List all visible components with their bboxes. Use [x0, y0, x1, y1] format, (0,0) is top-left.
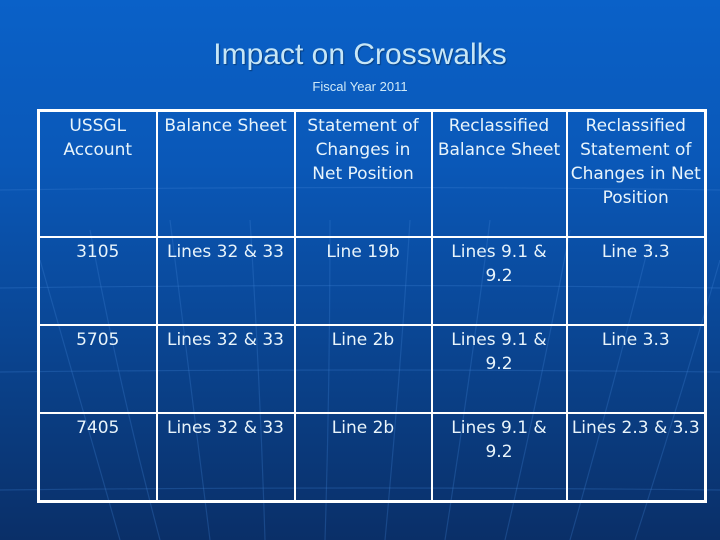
cell-balance-sheet: Lines 32 & 33 [155, 236, 296, 326]
header-ussgl-account: USSGL Account [37, 109, 158, 238]
cell-statement-of-changes: Line 19b [293, 236, 433, 326]
cell-reclassified-balance-sheet: Lines 9.1 & 9.2 [430, 236, 568, 326]
header-reclassified-balance-sheet: Reclassified Balance Sheet [430, 109, 568, 238]
table-header-row: USSGL Account Balance Sheet Statement of… [37, 109, 707, 238]
header-reclassified-statement: Reclassified Statement of Changes in Net… [565, 109, 707, 238]
cell-reclassified-statement: Line 3.3 [565, 324, 707, 414]
cell-reclassified-balance-sheet: Lines 9.1 & 9.2 [430, 412, 568, 503]
slide-title: Impact on Crosswalks [213, 38, 507, 71]
cell-balance-sheet: Lines 32 & 33 [155, 324, 296, 414]
cell-statement-of-changes: Line 2b [293, 324, 433, 414]
cell-balance-sheet: Lines 32 & 33 [155, 412, 296, 503]
table-row: 3105 Lines 32 & 33 Line 19b Lines 9.1 & … [37, 236, 707, 326]
crosswalk-table: USSGL Account Balance Sheet Statement of… [37, 109, 707, 503]
cell-account: 5705 [37, 324, 158, 414]
slide-subtitle: Fiscal Year 2011 [312, 79, 408, 94]
cell-statement-of-changes: Line 2b [293, 412, 433, 503]
table-row: 7405 Lines 32 & 33 Line 2b Lines 9.1 & 9… [37, 412, 707, 503]
cell-reclassified-statement: Lines 2.3 & 3.3 [565, 412, 707, 503]
table-row: 5705 Lines 32 & 33 Line 2b Lines 9.1 & 9… [37, 324, 707, 414]
header-balance-sheet: Balance Sheet [155, 109, 296, 238]
cell-account: 3105 [37, 236, 158, 326]
header-statement-of-changes: Statement of Changes in Net Position [293, 109, 433, 238]
cell-reclassified-statement: Line 3.3 [565, 236, 707, 326]
cell-reclassified-balance-sheet: Lines 9.1 & 9.2 [430, 324, 568, 414]
cell-account: 7405 [37, 412, 158, 503]
